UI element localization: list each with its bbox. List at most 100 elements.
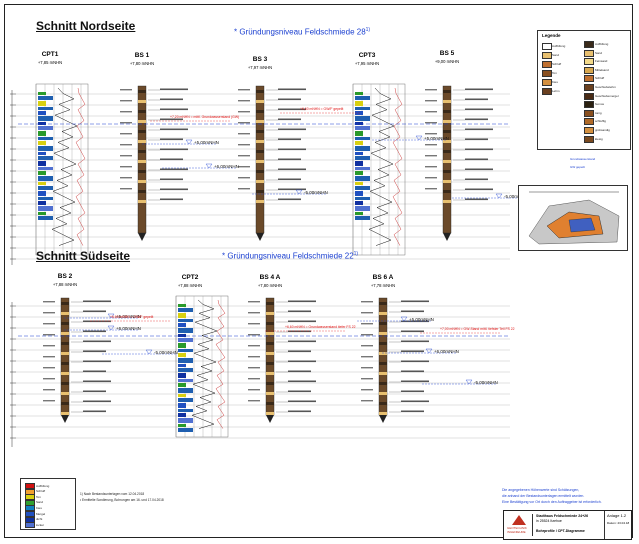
borehole-column — [378, 297, 388, 416]
legend-label: Lehm — [552, 89, 560, 93]
layer-description-text — [83, 340, 111, 343]
cpt-layer-bar — [355, 212, 363, 215]
cpt-layer-bar — [38, 167, 53, 170]
borehole-layer — [266, 362, 274, 365]
footnote-2: • Ermittelte Sondierung, Bohrungen am 16… — [80, 498, 164, 502]
sample-depth-text — [238, 177, 250, 179]
cpt-layer-bar — [178, 334, 186, 337]
sample-depth-text — [425, 100, 437, 102]
sample-depth-text — [425, 177, 437, 179]
layer-description-text — [288, 380, 316, 383]
drawing-title: Bohrprofile / CPT-Diagramme — [536, 529, 585, 533]
cpt-layer-bar — [178, 313, 186, 318]
cpt-layer-bar — [355, 152, 363, 155]
layer-description-text — [278, 168, 306, 171]
sample-depth-text — [248, 400, 260, 402]
profile-elevation: +7,80 mNHN — [258, 283, 282, 288]
cpt-layer-bar — [38, 111, 46, 115]
borehole-layer — [379, 362, 387, 365]
legend-swatch — [584, 49, 594, 57]
borehole-layer — [61, 332, 69, 335]
legend-label: Sand — [552, 53, 560, 57]
layer-description-text — [160, 88, 188, 91]
layer-description-text — [401, 410, 424, 413]
layer-description-text — [278, 138, 301, 141]
cpt-layer-bar — [38, 201, 46, 205]
borehole-layer — [379, 302, 387, 305]
south-section-subtitle: * Gründungsniveau Feldschmiede 221) — [222, 251, 359, 261]
legend-label: Ton — [552, 71, 557, 75]
borehole-layer — [138, 180, 146, 183]
blue-note-2: die anhand der Bestandsunterlagen ermitt… — [502, 494, 585, 498]
borehole-layer — [379, 382, 387, 385]
firm-logo: GEOTECHNIK INGENIEURE — [506, 514, 533, 536]
site-plan-inset — [518, 185, 628, 251]
layer-description-text — [401, 350, 424, 353]
borehole-layer — [138, 190, 146, 193]
profile-cpt1: CPT1 +7,85 mNHN — [35, 51, 89, 256]
water-level-label: +5,00mNHN — [194, 140, 219, 145]
borehole-layer — [379, 312, 387, 315]
sample-depth-text — [120, 144, 132, 146]
layer-description-text — [83, 400, 111, 403]
sample-depth-text — [248, 323, 260, 325]
cpt-layer-bar — [38, 191, 46, 196]
sample-depth-text — [361, 400, 373, 402]
profile-elevation: +7,85 mNHN — [38, 60, 62, 65]
borehole-layer — [256, 120, 264, 123]
cpt-layer-bar — [355, 206, 370, 211]
water-level-marker — [145, 349, 153, 355]
sample-depth-text — [361, 312, 373, 314]
cpt-layer-bar — [178, 319, 193, 322]
borehole-column — [60, 297, 70, 416]
borehole-layer — [266, 352, 274, 355]
layer-description-text — [401, 390, 424, 393]
borehole-layer — [443, 160, 451, 163]
profile-name: BS 6 A — [373, 274, 394, 281]
sample-depth-text — [248, 367, 260, 369]
borehole-layer — [138, 170, 146, 173]
cpt-layer-bar — [178, 413, 186, 417]
borehole-layer — [443, 180, 451, 183]
legend-swatch — [542, 70, 552, 77]
layer-description-text — [278, 118, 301, 121]
sample-depth-text — [238, 122, 250, 124]
borehole-layer — [138, 140, 146, 143]
borehole-column — [137, 85, 147, 234]
borehole-layer — [379, 342, 387, 345]
layer-description-text — [278, 148, 306, 151]
sample-depth-text — [120, 177, 132, 179]
borehole-layer — [443, 150, 451, 153]
cpt-layer-bar — [38, 137, 53, 140]
cpt-resistance-curve — [191, 299, 218, 429]
layer-description-text — [401, 380, 429, 383]
layer-description-text — [288, 370, 311, 373]
cpt-layer-bar — [178, 383, 186, 387]
cpt-layer-bar — [355, 191, 363, 196]
borehole-layer — [256, 150, 264, 153]
legend-swatch — [584, 41, 594, 48]
borehole-layer — [138, 200, 146, 203]
cpt-layer-bar — [355, 186, 370, 190]
sample-depth-text — [238, 111, 250, 113]
cpt-layer-bar — [178, 338, 193, 342]
profile-name: BS 5 — [440, 50, 455, 57]
cpt-layer-bar — [38, 212, 46, 215]
water-level-label: -5,00mNHN — [474, 380, 498, 385]
legend-swatch — [584, 84, 594, 91]
cpt-layer-bar — [38, 146, 53, 151]
borehole-layer — [266, 312, 274, 315]
firm-logo-icon — [512, 515, 526, 525]
project-location: in 25524 Itzehoe — [536, 519, 562, 523]
red-groundwater-note: +7,00 mNHN = GW-Stand mittl. tiefster Te… — [440, 327, 515, 331]
cpt-layer-bar — [38, 96, 53, 100]
profile-cpt2: CPT2 +7,88 mNHN — [175, 274, 229, 438]
water-level-marker — [495, 193, 503, 199]
borehole-layer — [256, 160, 264, 163]
cpt-legend-label: Ton — [36, 494, 41, 499]
cpt-layer-bar — [178, 403, 186, 408]
sample-depth-text — [248, 301, 260, 303]
cpt-layer-bar — [38, 116, 53, 121]
cpt-layer-bar — [38, 197, 53, 200]
cpt-resistance-curve — [51, 87, 78, 246]
